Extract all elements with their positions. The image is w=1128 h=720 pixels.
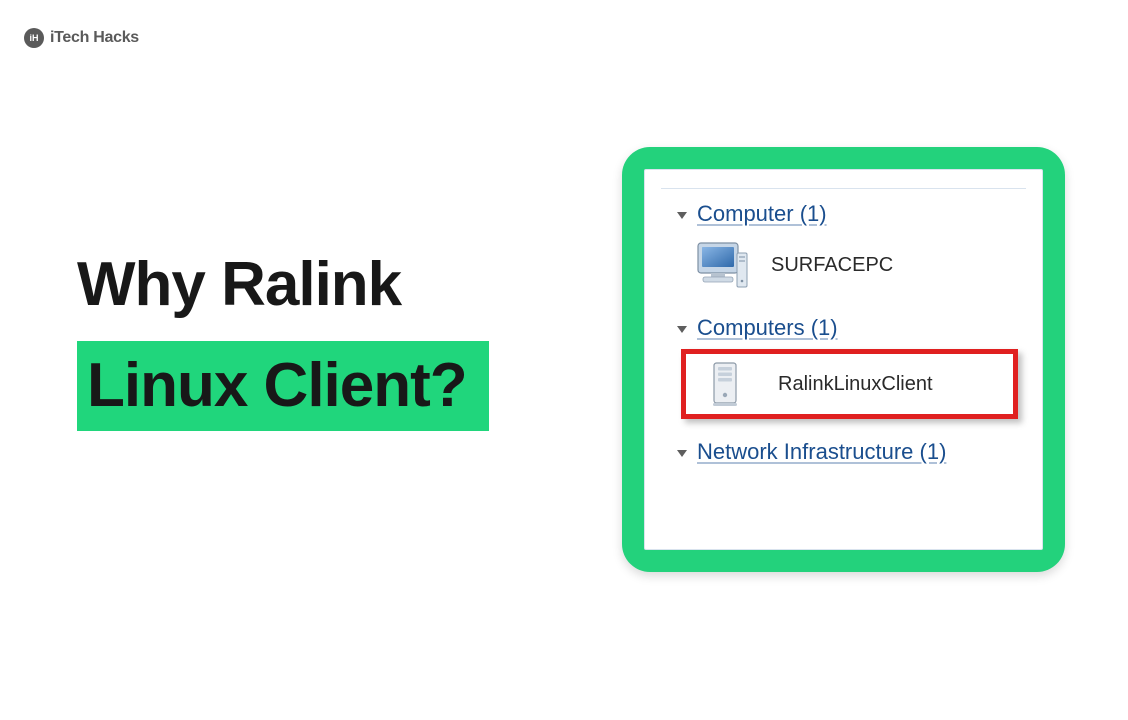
group-header-computer[interactable]: Computer (1): [649, 193, 1038, 231]
network-panel-frame: Computer (1): [622, 147, 1065, 572]
chevron-down-icon: [677, 326, 687, 333]
article-headline: Why Ralink Linux Client?: [77, 252, 489, 431]
group-label: Computer (1): [697, 201, 827, 227]
chevron-down-icon: [677, 212, 687, 219]
chevron-down-icon: [677, 450, 687, 457]
headline-line-2: Linux Client?: [87, 351, 467, 420]
group-computer: Computer (1): [649, 189, 1038, 303]
network-panel: Computer (1): [644, 169, 1043, 550]
group-computers: Computers (1) RalinkLinuxClie: [649, 303, 1038, 427]
headline-highlight: Linux Client?: [77, 341, 489, 431]
highlighted-device-box: RalinkLinuxClient: [681, 349, 1018, 419]
logo-text: iTech Hacks: [50, 29, 139, 47]
group-label: Network Infrastructure (1): [697, 439, 946, 465]
logo-badge-icon: iH: [24, 28, 44, 48]
group-label: Computers (1): [697, 315, 838, 341]
device-label: SURFACEPC: [771, 254, 893, 277]
device-label: RalinkLinuxClient: [778, 373, 933, 396]
device-ralinklinuxclient[interactable]: RalinkLinuxClient: [686, 354, 1013, 414]
device-surfacepc[interactable]: SURFACEPC: [649, 231, 1038, 299]
headline-line-1: Why Ralink: [77, 252, 489, 317]
group-header-network-infrastructure[interactable]: Network Infrastructure (1): [649, 431, 1038, 469]
group-header-computers[interactable]: Computers (1): [649, 307, 1038, 345]
site-logo: iH iTech Hacks: [24, 28, 139, 48]
desktop-pc-icon: [693, 239, 751, 291]
tower-icon: [696, 358, 754, 410]
group-network-infrastructure: Network Infrastructure (1): [649, 427, 1038, 473]
